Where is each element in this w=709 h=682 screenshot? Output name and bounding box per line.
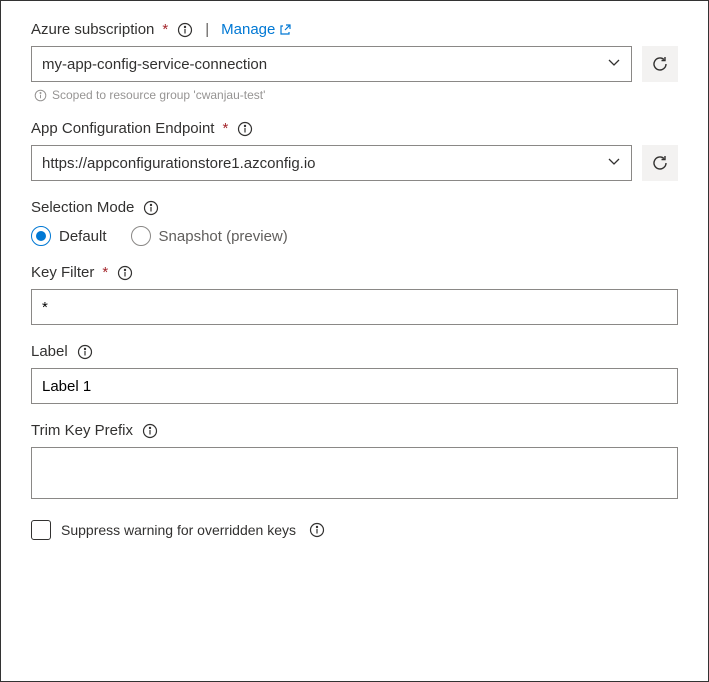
info-icon[interactable]	[117, 265, 133, 281]
azure-subscription-field: Azure subscription * | Manage my-app-con…	[31, 21, 678, 102]
label-field: Label	[31, 343, 678, 404]
app-config-endpoint-select[interactable]: https://appconfigurationstore1.azconfig.…	[31, 145, 632, 181]
radio-group: Default Snapshot (preview)	[31, 226, 678, 246]
required-asterisk: *	[222, 120, 228, 137]
scope-hint-text: Scoped to resource group 'cwanjau-test'	[52, 88, 265, 102]
selection-mode-label: Selection Mode	[31, 199, 134, 216]
suppress-warning-label: Suppress warning for overridden keys	[61, 522, 296, 538]
info-icon[interactable]	[237, 121, 253, 137]
azure-subscription-select[interactable]: my-app-config-service-connection	[31, 46, 632, 82]
info-icon[interactable]	[142, 423, 158, 439]
app-config-endpoint-value: https://appconfigurationstore1.azconfig.…	[42, 155, 316, 172]
label-row: Selection Mode	[31, 199, 678, 216]
selection-mode-field: Selection Mode Default Snapshot (preview…	[31, 199, 678, 246]
key-filter-field: Key Filter *	[31, 264, 678, 325]
app-config-endpoint-field: App Configuration Endpoint * https://app…	[31, 120, 678, 181]
label-input[interactable]	[31, 368, 678, 404]
form-container: Azure subscription * | Manage my-app-con…	[0, 0, 709, 682]
label-row: Key Filter *	[31, 264, 678, 281]
info-icon[interactable]	[309, 522, 325, 538]
key-filter-input[interactable]	[31, 289, 678, 325]
trim-key-prefix-field: Trim Key Prefix	[31, 422, 678, 502]
separator: |	[205, 21, 209, 38]
trim-key-prefix-label: Trim Key Prefix	[31, 422, 133, 439]
select-row: my-app-config-service-connection	[31, 46, 678, 82]
trim-key-prefix-input[interactable]	[31, 447, 678, 499]
refresh-icon	[651, 55, 669, 73]
radio-option-default[interactable]: Default	[31, 226, 107, 246]
azure-subscription-label: Azure subscription	[31, 21, 154, 38]
select-row: https://appconfigurationstore1.azconfig.…	[31, 145, 678, 181]
manage-link-text: Manage	[221, 21, 275, 38]
label-field-label: Label	[31, 343, 68, 360]
radio-label: Default	[59, 228, 107, 245]
chevron-down-icon	[607, 154, 621, 172]
info-icon[interactable]	[143, 200, 159, 216]
radio-icon	[131, 226, 151, 246]
azure-subscription-value: my-app-config-service-connection	[42, 56, 267, 73]
scope-hint: Scoped to resource group 'cwanjau-test'	[31, 88, 678, 102]
chevron-down-icon	[607, 55, 621, 73]
suppress-warning-checkbox[interactable]	[31, 520, 51, 540]
suppress-warning-row: Suppress warning for overridden keys	[31, 520, 678, 540]
info-icon[interactable]	[177, 22, 193, 38]
refresh-icon	[651, 154, 669, 172]
required-asterisk: *	[162, 21, 168, 38]
label-row: Trim Key Prefix	[31, 422, 678, 439]
label-row: Label	[31, 343, 678, 360]
label-row: App Configuration Endpoint *	[31, 120, 678, 137]
key-filter-label: Key Filter	[31, 264, 94, 281]
manage-link[interactable]: Manage	[221, 21, 291, 38]
radio-label: Snapshot (preview)	[159, 228, 288, 245]
app-config-endpoint-label: App Configuration Endpoint	[31, 120, 214, 137]
external-link-icon	[279, 24, 291, 36]
radio-option-snapshot[interactable]: Snapshot (preview)	[131, 226, 288, 246]
refresh-button[interactable]	[642, 145, 678, 181]
required-asterisk: *	[102, 264, 108, 281]
radio-icon	[31, 226, 51, 246]
info-icon	[34, 89, 47, 102]
refresh-button[interactable]	[642, 46, 678, 82]
info-icon[interactable]	[77, 344, 93, 360]
label-row: Azure subscription * | Manage	[31, 21, 678, 38]
